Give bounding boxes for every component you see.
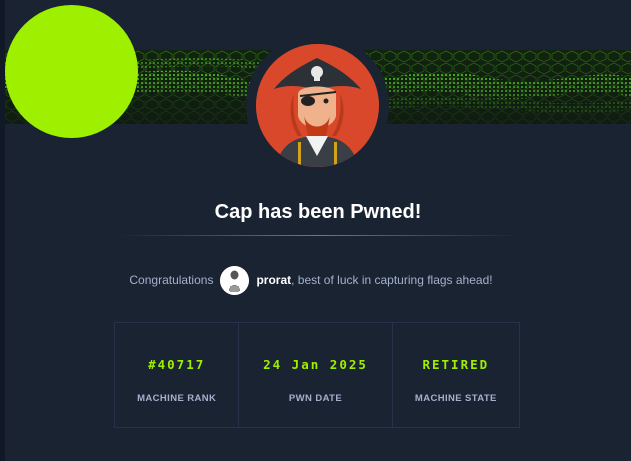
machine-state-label: MACHINE STATE bbox=[414, 393, 497, 404]
congratulations-message: Congratulations prorat , best of luck in… bbox=[0, 264, 622, 296]
page-title: Cap has been Pwned! bbox=[214, 201, 422, 223]
machine-rank-value: #40717 bbox=[148, 357, 206, 372]
pirate-avatar-icon bbox=[256, 44, 379, 167]
pwn-date-label: PWN DATE bbox=[288, 393, 343, 404]
title-divider bbox=[116, 235, 520, 236]
congrats-prefix: Congratulations bbox=[129, 273, 214, 287]
stat-pwn-date: 24 Jan 2025 PWN DATE bbox=[239, 323, 393, 427]
machine-rank-label: MACHINE RANK bbox=[137, 393, 217, 404]
machine-avatar-border bbox=[5, 5, 138, 138]
username-link[interactable]: prorat bbox=[256, 273, 291, 287]
pwn-date-value: 24 Jan 2025 bbox=[263, 357, 368, 372]
machine-state-value: RETIRED bbox=[422, 357, 490, 372]
stat-machine-state: RETIRED MACHINE STATE bbox=[393, 323, 519, 427]
stat-machine-rank: #40717 MACHINE RANK bbox=[115, 323, 240, 427]
stats-table: #40717 MACHINE RANK 24 Jan 2025 PWN DATE… bbox=[114, 322, 520, 428]
congrats-suffix: , best of luck in capturing flags ahead! bbox=[291, 273, 493, 287]
user-avatar[interactable] bbox=[220, 265, 250, 295]
